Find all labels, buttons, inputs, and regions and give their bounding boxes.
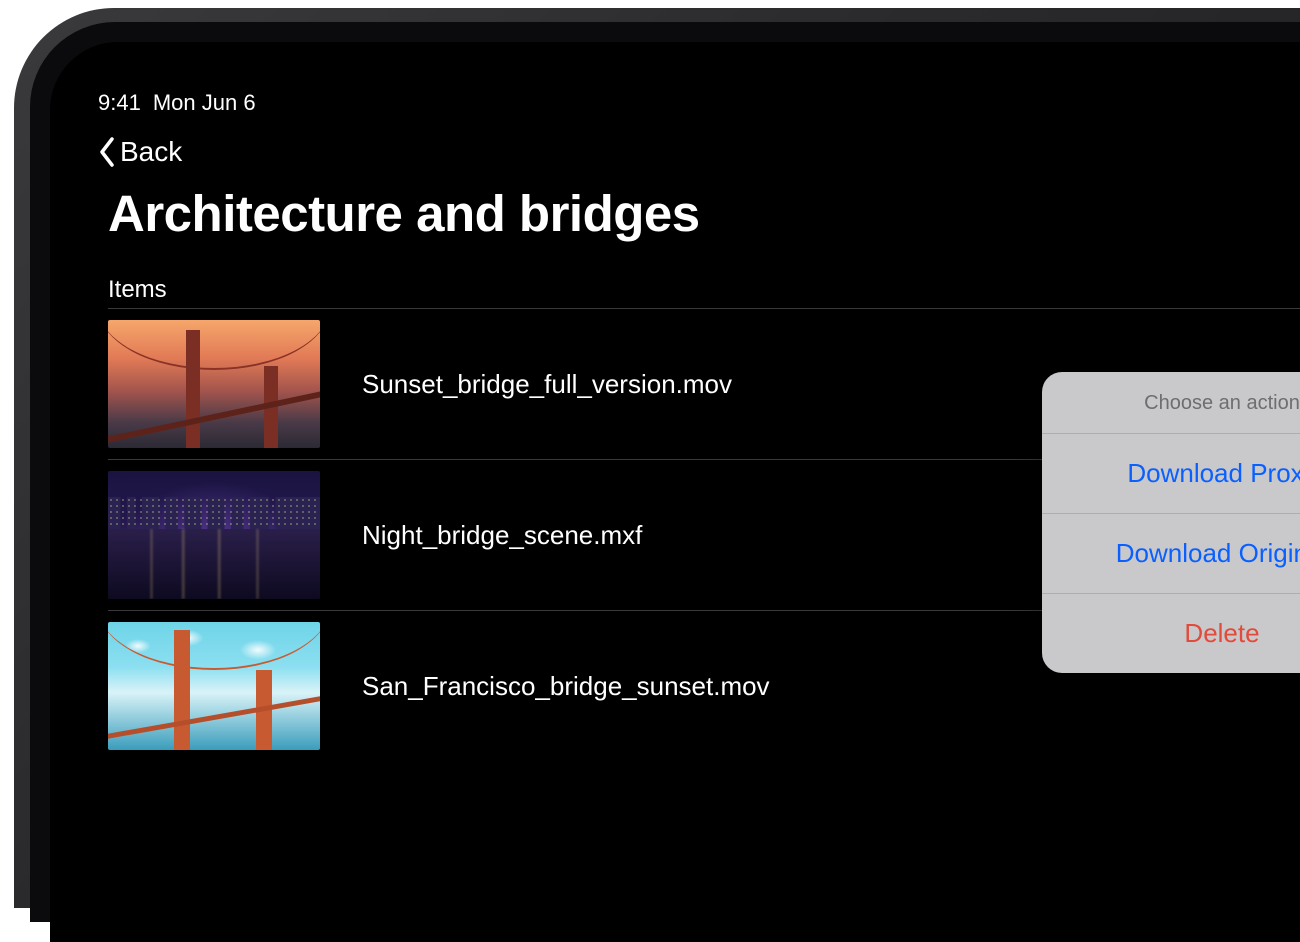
status-time: 9:41 <box>98 90 141 116</box>
device-screen: 9:41 Mon Jun 6 Back Architecture and bri… <box>50 42 1300 942</box>
page-title: Architecture and bridges <box>108 184 700 243</box>
file-name-label: Sunset_bridge_full_version.mov <box>362 369 732 400</box>
items-section-label: Items <box>108 276 167 304</box>
chevron-left-icon <box>98 137 116 167</box>
download-proxy-button[interactable]: Download Proxy <box>1042 434 1300 514</box>
popover-title: Choose an action <box>1042 372 1300 434</box>
download-original-button[interactable]: Download Original <box>1042 514 1300 594</box>
back-button[interactable]: Back <box>98 136 182 168</box>
device-mockup-backdrop: 9:41 Mon Jun 6 Back Architecture and bri… <box>0 0 1300 760</box>
file-name-label: Night_bridge_scene.mxf <box>362 520 642 551</box>
file-name-label: San_Francisco_bridge_sunset.mov <box>362 671 770 702</box>
back-label: Back <box>120 136 182 168</box>
status-date: Mon Jun 6 <box>153 90 256 116</box>
delete-button[interactable]: Delete <box>1042 594 1300 673</box>
status-bar: 9:41 Mon Jun 6 <box>98 90 256 116</box>
thumbnail-icon <box>108 320 320 448</box>
thumbnail-icon <box>108 471 320 599</box>
action-popover: Choose an action Download Proxy Download… <box>1042 372 1300 673</box>
thumbnail-icon <box>108 622 320 750</box>
